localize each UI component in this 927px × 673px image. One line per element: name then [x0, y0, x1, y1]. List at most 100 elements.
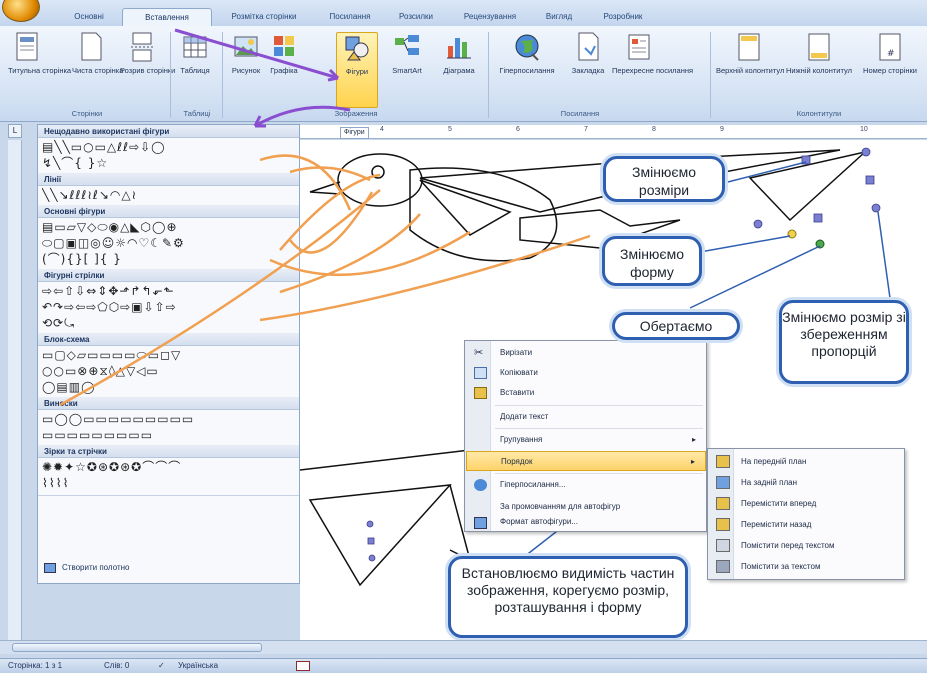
- cover-page-button[interactable]: Титульна сторінка: [8, 32, 71, 108]
- order-submenu[interactable]: На передній план На задній план Переміст…: [707, 448, 905, 580]
- horizontal-ruler[interactable]: 4 5 6 7 8 9 10: [300, 125, 927, 139]
- lower-line-shape[interactable]: [299, 449, 471, 471]
- basic-shapes-row[interactable]: (⌒){}[ ]{ }: [42, 251, 298, 267]
- callout-text: Встановлюємо видимість частин зображення…: [461, 565, 675, 615]
- globe-icon: [515, 34, 539, 61]
- resize-handle[interactable]: [367, 537, 375, 545]
- callouts-row[interactable]: ▭◯◯▭▭▭▭▭▭▭▭▭: [42, 411, 298, 427]
- behind-text-icon: [716, 560, 730, 573]
- clipart-button[interactable]: Графіка: [266, 32, 302, 108]
- stars-row[interactable]: ⌇⌇⌇⌇: [42, 475, 298, 491]
- menu-item-format-autoshape[interactable]: Формат автофігури...: [466, 513, 706, 531]
- spellcheck-icon[interactable]: ✓: [158, 659, 165, 673]
- office-button[interactable]: [2, 0, 40, 22]
- tab-home[interactable]: Основні: [60, 8, 118, 26]
- shapes-button[interactable]: Фігури: [336, 32, 378, 108]
- block-arrows-row[interactable]: ⇨⇦⇧⇩⇔⇕✥⬏↱↰⬐⬑: [42, 283, 298, 299]
- stars-row[interactable]: ✺✹✦☆✪⊛✪⊛✪⌒⌒⌒: [42, 459, 298, 475]
- submenu-send-backward[interactable]: Перемістити назад: [709, 514, 904, 535]
- block-arrows-row[interactable]: ⟲⟳⤿: [42, 315, 298, 331]
- menu-item-order[interactable]: Порядок ▸: [466, 451, 706, 471]
- submenu-bring-forward[interactable]: Перемістити вперед: [709, 493, 904, 514]
- header-button[interactable]: Верхній колонтитул: [716, 32, 784, 108]
- gallery-divider: [38, 495, 299, 496]
- resize-handle[interactable]: [871, 203, 881, 213]
- resize-handle[interactable]: [368, 554, 376, 562]
- chart-button[interactable]: Діаграма: [436, 32, 482, 108]
- lines-row[interactable]: ╲╲↘ℓℓℓ≀ℓ↘◠△≀: [42, 187, 298, 203]
- menu-item-label: Вставити: [500, 388, 535, 397]
- hyperlink-button[interactable]: Гіперпосилання: [494, 32, 560, 108]
- status-language[interactable]: Українська: [178, 659, 218, 673]
- chart-label: Діаграма: [443, 66, 475, 75]
- blank-page-button[interactable]: Чиста сторінка: [72, 32, 123, 108]
- svg-text:#: #: [887, 49, 895, 59]
- rotate-handle[interactable]: [815, 239, 825, 249]
- bird-wing-triangle-shape[interactable]: [419, 179, 512, 236]
- basic-shapes-row[interactable]: ▤▭▱▽◇⬭◉△◣⬡◯⊕: [42, 219, 298, 235]
- ruler-number: 10: [860, 126, 868, 133]
- tab-mailings[interactable]: Розсилки: [386, 8, 446, 26]
- smartart-button[interactable]: SmartArt: [384, 32, 430, 108]
- recent-shapes-row[interactable]: ▤╲╲▭○▭△ℓℓ⇨⇩◯: [42, 139, 298, 155]
- flowchart-row[interactable]: ◯▤▥◯: [42, 379, 298, 395]
- flowchart-row[interactable]: ▭▢◇▱▭▭▭▭⬭▭◻▽: [42, 347, 298, 363]
- footer-button[interactable]: Нижній колонтитул: [786, 32, 852, 108]
- ruler-number: 6: [516, 126, 520, 133]
- table-button[interactable]: Таблиця: [176, 32, 214, 108]
- macro-record-icon[interactable]: [296, 661, 310, 671]
- tab-developer[interactable]: Розробник: [588, 8, 658, 26]
- menu-item-cut[interactable]: ✂ Вирізати: [466, 343, 706, 363]
- new-canvas-item[interactable]: Створити полотно: [44, 561, 130, 575]
- submenu-in-front-of-text[interactable]: Помістити перед текстом: [709, 535, 904, 556]
- menu-item-grouping[interactable]: Групування ▸: [466, 430, 706, 450]
- menu-item-add-text[interactable]: Додати текст: [466, 407, 706, 427]
- submenu-arrow-icon: ▸: [690, 457, 695, 466]
- bird-eye-shape[interactable]: [371, 165, 385, 179]
- tab-selector[interactable]: L: [8, 124, 22, 138]
- bird-beak-shape[interactable]: [309, 181, 341, 195]
- basic-shapes-row[interactable]: ⬭▢▣◫◎☺☼◠♡☾✎⚙: [42, 235, 298, 251]
- shapes-gallery[interactable]: Нещодавно використані фігури ▤╲╲▭○▭△ℓℓ⇨⇩…: [37, 124, 300, 584]
- menu-item-hyperlink[interactable]: Гіперпосилання...: [466, 475, 706, 495]
- page-number-button[interactable]: # Номер сторінки: [858, 32, 922, 108]
- tab-view[interactable]: Вигляд: [534, 8, 584, 26]
- menu-item-copy[interactable]: Копіювати: [466, 363, 706, 383]
- context-menu[interactable]: ✂ Вирізати Копіювати Вставити Додати текс…: [464, 340, 707, 532]
- vertical-ruler[interactable]: [8, 140, 22, 640]
- scrollbar-thumb[interactable]: [12, 643, 262, 652]
- tab-insert[interactable]: Вставлення: [122, 8, 212, 26]
- resize-handle[interactable]: [366, 520, 374, 528]
- canvas-icon: [44, 562, 56, 573]
- recent-shapes-row[interactable]: ↯╲⌒{ }☆: [42, 155, 298, 171]
- cross-reference-button[interactable]: Перехресне посилання: [612, 32, 693, 108]
- page-number-icon: #: [879, 33, 901, 61]
- callouts-row[interactable]: ▭▭▭▭▭▭▭▭▭: [42, 427, 298, 443]
- resize-handle[interactable]: [801, 155, 811, 165]
- submenu-bring-to-front[interactable]: На передній план: [709, 451, 904, 472]
- flowchart-row[interactable]: ○○▭⊗⊕⧖◊△▽◁▭: [42, 363, 298, 379]
- bookmark-button[interactable]: Закладка: [566, 32, 610, 108]
- resize-handle[interactable]: [861, 147, 871, 157]
- ruler-number: 9: [720, 126, 724, 133]
- menu-item-paste[interactable]: Вставити: [466, 383, 706, 403]
- lower-wing-shape[interactable]: [308, 484, 452, 587]
- tab-page-layout[interactable]: Розмітка сторінки: [216, 8, 312, 26]
- resize-handle[interactable]: [813, 213, 823, 223]
- shape-adjust-handle[interactable]: [787, 229, 797, 239]
- resize-handle[interactable]: [753, 219, 763, 229]
- tab-review[interactable]: Рецензування: [450, 8, 530, 26]
- resize-handle[interactable]: [865, 175, 875, 185]
- status-words[interactable]: Слів: 0: [104, 659, 129, 673]
- horizontal-scrollbar[interactable]: [0, 640, 927, 654]
- block-arrows-row[interactable]: ↶↷⇨⇦⇨⬠⬡⇨▣⇩⇧⇨: [42, 299, 298, 315]
- submenu-behind-text[interactable]: Помістити за текстом: [709, 556, 904, 577]
- picture-button[interactable]: Рисунок: [228, 32, 264, 108]
- tab-references[interactable]: Посилання: [318, 8, 382, 26]
- blank-page-icon: [81, 32, 102, 61]
- menu-item-label: Додати текст: [500, 412, 549, 421]
- shapes-tooltip: Фігури: [340, 127, 369, 139]
- page-break-button[interactable]: Розрив сторінки: [120, 32, 175, 108]
- status-page[interactable]: Сторінка: 1 з 1: [8, 659, 62, 673]
- submenu-send-to-back[interactable]: На задній план: [709, 472, 904, 493]
